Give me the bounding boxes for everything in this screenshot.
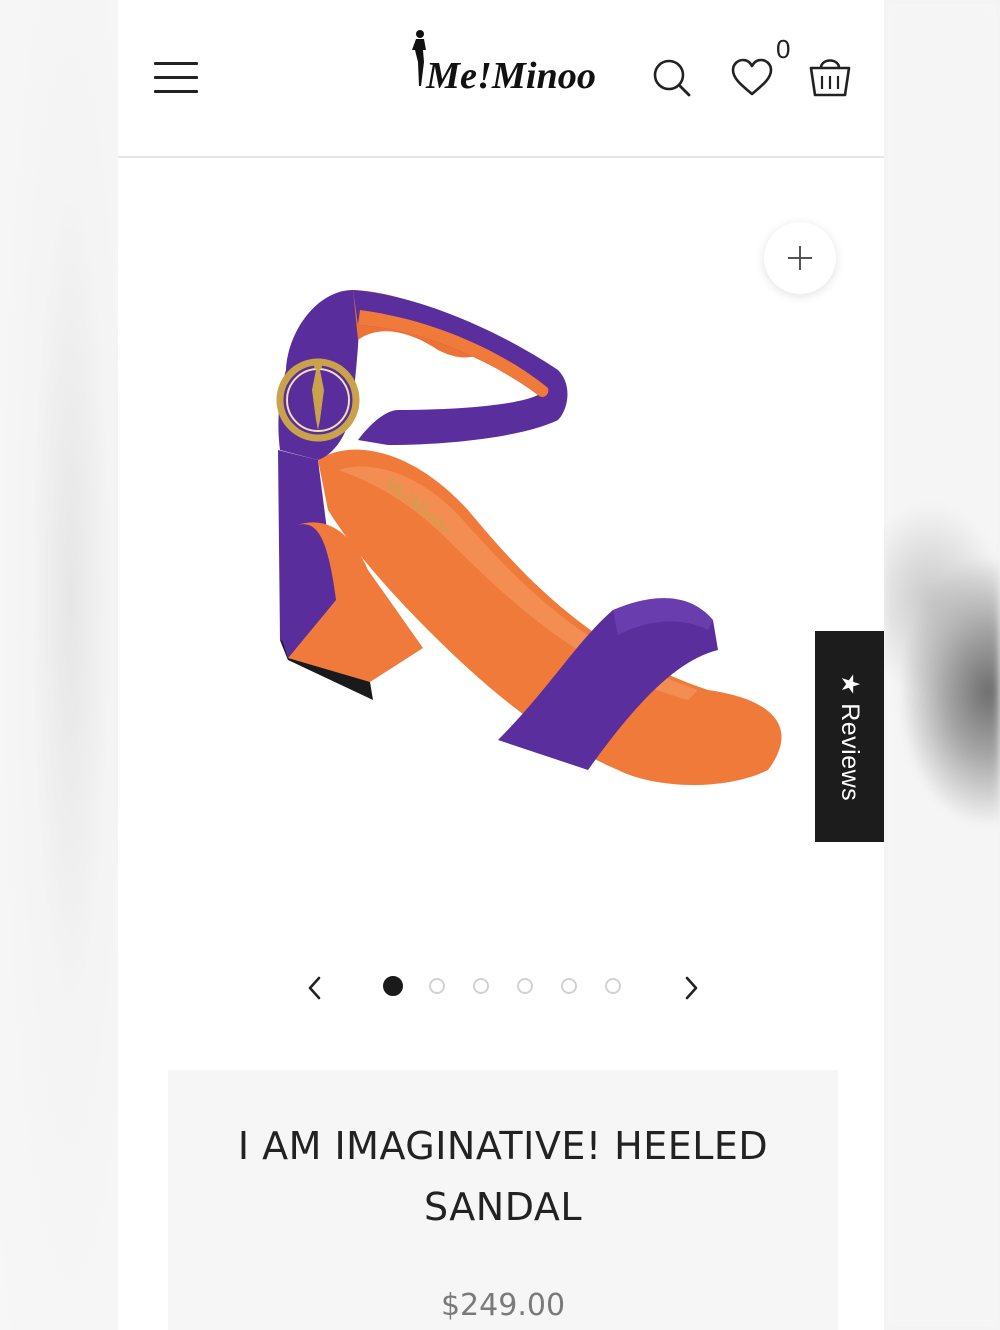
product-title: I AM IMAGINATIVE! HEELED SANDAL [168,1116,838,1238]
wishlist-count-badge: 0 [776,34,791,64]
brand-logo[interactable]: Me!Minoo [406,28,602,100]
mobile-viewport: Me!Minoo 0 Me!Minoo ★ Reviews I AM IMAGI… [118,0,884,1330]
chevron-left-icon[interactable] [300,970,330,1006]
site-header: Me!Minoo 0 [118,0,884,158]
product-price: $249.00 [440,1288,566,1323]
chevron-right-icon[interactable] [676,970,706,1006]
heart-icon[interactable] [730,58,774,98]
reviews-tab[interactable]: ★ Reviews [815,631,884,842]
carousel-dot-4[interactable] [517,978,533,994]
hamburger-icon[interactable] [154,60,198,96]
carousel-dot-3[interactable] [473,978,489,994]
search-icon[interactable] [652,58,692,98]
carousel-dot-2[interactable] [429,978,445,994]
product-info-panel: I AM IMAGINATIVE! HEELED SANDAL $249.00 [168,1070,838,1330]
product-image[interactable]: Me!Minoo [258,270,818,800]
carousel-dot-1[interactable] [383,976,403,996]
carousel-dot-6[interactable] [605,978,621,994]
brand-figure-icon [412,30,426,86]
reviews-tab-label: ★ Reviews [835,672,864,801]
shopping-bag-icon[interactable] [808,52,852,98]
brand-wordmark: Me!Minoo [425,55,596,97]
blurred-backdrop-right [884,0,1000,1330]
carousel-dot-5[interactable] [561,978,577,994]
product-title-line-2: SANDAL [423,1185,582,1229]
blurred-backdrop-left [0,0,118,1330]
product-title-line-1: I AM IMAGINATIVE! HEELED [237,1124,769,1168]
